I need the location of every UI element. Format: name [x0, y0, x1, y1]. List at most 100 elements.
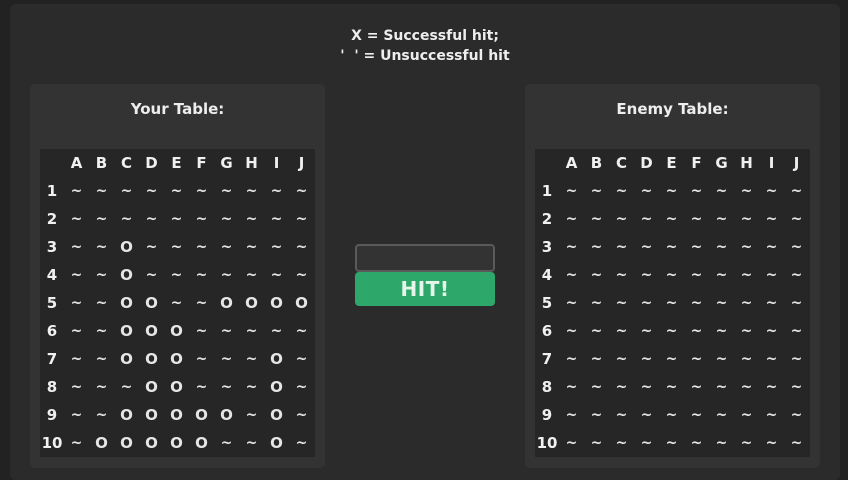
water-cell[interactable]: ~ [684, 289, 709, 317]
water-cell[interactable]: ~ [659, 317, 684, 345]
water-cell[interactable]: ~ [684, 261, 709, 289]
water-cell[interactable]: ~ [759, 429, 784, 457]
water-cell[interactable]: ~ [584, 373, 609, 401]
water-cell[interactable]: ~ [559, 205, 584, 233]
water-cell[interactable]: ~ [734, 373, 759, 401]
water-cell[interactable]: ~ [784, 261, 809, 289]
water-cell[interactable]: ~ [659, 177, 684, 205]
water-cell[interactable]: ~ [559, 373, 584, 401]
water-cell[interactable]: ~ [584, 205, 609, 233]
water-cell[interactable]: ~ [634, 429, 659, 457]
water-cell[interactable]: ~ [709, 401, 734, 429]
water-cell[interactable]: ~ [584, 429, 609, 457]
water-cell[interactable]: ~ [784, 429, 809, 457]
water-cell[interactable]: ~ [684, 401, 709, 429]
water-cell[interactable]: ~ [609, 289, 634, 317]
water-cell[interactable]: ~ [584, 401, 609, 429]
water-cell[interactable]: ~ [784, 373, 809, 401]
water-cell[interactable]: ~ [659, 373, 684, 401]
water-cell[interactable]: ~ [759, 205, 784, 233]
water-cell[interactable]: ~ [609, 345, 634, 373]
water-cell[interactable]: ~ [684, 317, 709, 345]
water-cell[interactable]: ~ [659, 429, 684, 457]
water-cell[interactable]: ~ [634, 261, 659, 289]
water-cell[interactable]: ~ [734, 261, 759, 289]
water-cell[interactable]: ~ [609, 317, 634, 345]
water-cell[interactable]: ~ [759, 317, 784, 345]
water-cell[interactable]: ~ [634, 177, 659, 205]
water-cell[interactable]: ~ [784, 233, 809, 261]
water-cell[interactable]: ~ [784, 317, 809, 345]
water-cell[interactable]: ~ [584, 177, 609, 205]
water-cell[interactable]: ~ [759, 289, 784, 317]
water-cell[interactable]: ~ [559, 345, 584, 373]
water-cell[interactable]: ~ [684, 205, 709, 233]
water-cell[interactable]: ~ [659, 261, 684, 289]
water-cell[interactable]: ~ [559, 261, 584, 289]
water-cell[interactable]: ~ [684, 345, 709, 373]
water-cell[interactable]: ~ [784, 205, 809, 233]
water-cell[interactable]: ~ [734, 177, 759, 205]
water-cell[interactable]: ~ [584, 345, 609, 373]
water-cell[interactable]: ~ [709, 205, 734, 233]
water-cell[interactable]: ~ [584, 261, 609, 289]
water-cell[interactable]: ~ [709, 233, 734, 261]
water-cell[interactable]: ~ [734, 429, 759, 457]
water-cell[interactable]: ~ [759, 373, 784, 401]
water-cell[interactable]: ~ [709, 317, 734, 345]
water-cell[interactable]: ~ [734, 345, 759, 373]
water-cell[interactable]: ~ [609, 261, 634, 289]
water-cell[interactable]: ~ [709, 289, 734, 317]
water-cell[interactable]: ~ [734, 289, 759, 317]
water-cell[interactable]: ~ [584, 233, 609, 261]
water-cell[interactable]: ~ [709, 429, 734, 457]
water-cell[interactable]: ~ [709, 345, 734, 373]
water-cell[interactable]: ~ [709, 261, 734, 289]
water-cell[interactable]: ~ [559, 317, 584, 345]
water-cell[interactable]: ~ [634, 317, 659, 345]
water-cell[interactable]: ~ [634, 289, 659, 317]
water-cell[interactable]: ~ [659, 205, 684, 233]
water-cell[interactable]: ~ [734, 205, 759, 233]
water-cell[interactable]: ~ [759, 233, 784, 261]
water-cell[interactable]: ~ [559, 429, 584, 457]
water-cell[interactable]: ~ [659, 401, 684, 429]
water-cell[interactable]: ~ [634, 205, 659, 233]
water-cell[interactable]: ~ [584, 317, 609, 345]
water-cell[interactable]: ~ [759, 261, 784, 289]
water-cell[interactable]: ~ [609, 373, 634, 401]
water-cell[interactable]: ~ [759, 345, 784, 373]
water-cell[interactable]: ~ [609, 177, 634, 205]
water-cell[interactable]: ~ [734, 401, 759, 429]
water-cell[interactable]: ~ [634, 401, 659, 429]
water-cell[interactable]: ~ [609, 401, 634, 429]
water-cell[interactable]: ~ [784, 289, 809, 317]
water-cell[interactable]: ~ [609, 205, 634, 233]
water-cell[interactable]: ~ [559, 289, 584, 317]
water-cell[interactable]: ~ [784, 345, 809, 373]
water-cell[interactable]: ~ [759, 401, 784, 429]
water-cell[interactable]: ~ [634, 373, 659, 401]
water-cell[interactable]: ~ [609, 233, 634, 261]
water-cell[interactable]: ~ [684, 233, 709, 261]
water-cell[interactable]: ~ [684, 429, 709, 457]
water-cell[interactable]: ~ [584, 289, 609, 317]
water-cell[interactable]: ~ [634, 345, 659, 373]
water-cell[interactable]: ~ [709, 177, 734, 205]
water-cell[interactable]: ~ [784, 177, 809, 205]
water-cell[interactable]: ~ [559, 401, 584, 429]
water-cell[interactable]: ~ [609, 429, 634, 457]
water-cell[interactable]: ~ [684, 373, 709, 401]
water-cell[interactable]: ~ [784, 401, 809, 429]
water-cell[interactable]: ~ [559, 177, 584, 205]
target-input[interactable] [355, 244, 495, 272]
water-cell[interactable]: ~ [734, 233, 759, 261]
water-cell[interactable]: ~ [559, 233, 584, 261]
water-cell[interactable]: ~ [659, 289, 684, 317]
water-cell[interactable]: ~ [684, 177, 709, 205]
water-cell[interactable]: ~ [709, 373, 734, 401]
water-cell[interactable]: ~ [634, 233, 659, 261]
water-cell[interactable]: ~ [659, 345, 684, 373]
hit-button[interactable]: HIT! [355, 272, 495, 306]
water-cell[interactable]: ~ [759, 177, 784, 205]
